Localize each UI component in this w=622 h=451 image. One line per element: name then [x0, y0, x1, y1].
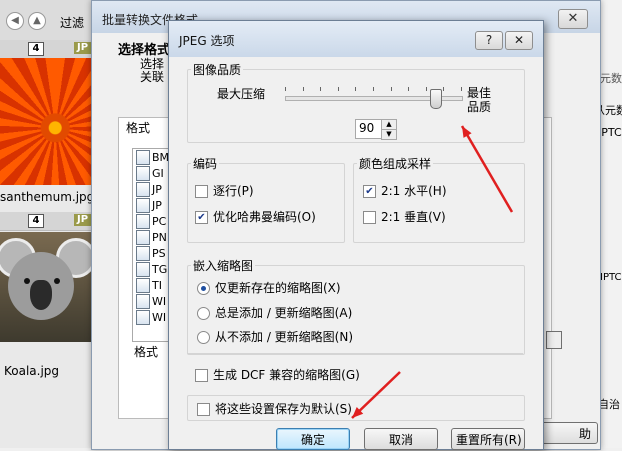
annotation-arrows: [351, 125, 514, 419]
quality-arrow-shaft: [460, 125, 514, 213]
